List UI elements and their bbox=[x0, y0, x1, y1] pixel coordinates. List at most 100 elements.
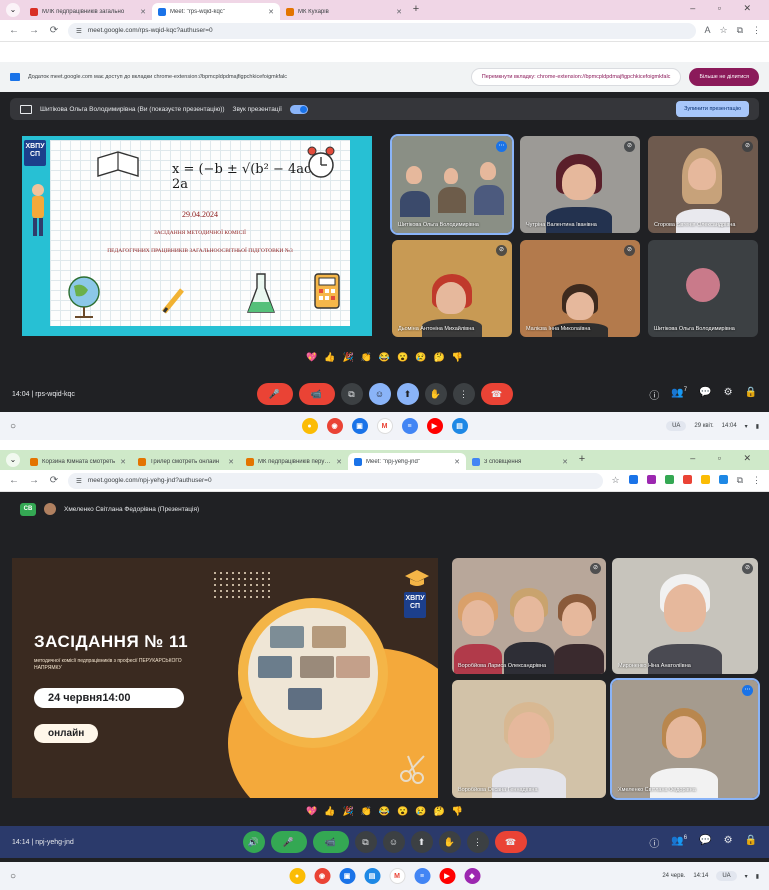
captions-icon[interactable]: ⧉ bbox=[340, 383, 363, 405]
meeting-info-icon[interactable]: ⓘ bbox=[649, 387, 659, 402]
participant-tile[interactable]: ⊘ Мироненко Ніна Анатоліївна bbox=[612, 558, 758, 674]
stop-presenting-button[interactable]: Зупинити презентацію bbox=[676, 101, 749, 117]
translate-icon[interactable]: A bbox=[704, 25, 710, 36]
reaction-party-icon[interactable]: 🎉 bbox=[342, 806, 353, 817]
reaction-thumbs-down-icon[interactable]: 👎 bbox=[452, 806, 463, 817]
site-info-icon[interactable]: ☰ bbox=[76, 27, 82, 35]
reaction-laugh-icon[interactable]: 😂 bbox=[379, 806, 390, 817]
url-field[interactable]: ☰ meet.google.com/npj-yehg-jnd?authuser=… bbox=[68, 472, 604, 489]
meeting-info-icon[interactable]: ⓘ bbox=[649, 835, 659, 850]
participant-tile[interactable]: ⊘ Дьоміна Антоніна Михайлівна bbox=[392, 240, 512, 337]
browser-menu-icon[interactable]: ⋮ bbox=[752, 475, 761, 486]
docs-app-icon[interactable]: ≡ bbox=[401, 418, 418, 434]
reaction-thinking-icon[interactable]: 🤔 bbox=[434, 352, 445, 363]
tab-close-icon[interactable]: ✕ bbox=[228, 458, 234, 466]
microphone-toggle-icon[interactable]: 🎤 bbox=[256, 383, 293, 405]
extension-icon[interactable] bbox=[718, 475, 728, 484]
chrome-app-icon[interactable]: ● bbox=[301, 418, 318, 434]
more-options-icon[interactable]: ⋮ bbox=[452, 383, 475, 405]
camera-toggle-icon[interactable]: 📹 bbox=[312, 831, 349, 853]
activities-icon[interactable]: ⚙ bbox=[724, 835, 733, 850]
system-tray[interactable]: 24 черв. 14:14 UA ▾ ▮ bbox=[662, 871, 759, 881]
tile-menu-icon[interactable]: ⋯ bbox=[496, 141, 507, 152]
participant-tile[interactable]: ⊘ Чутріна Валентина Іванівна bbox=[520, 136, 640, 233]
more-options-icon[interactable]: ⋮ bbox=[466, 831, 489, 853]
youtube-app-icon[interactable]: ▶ bbox=[439, 868, 455, 884]
tab-close-icon[interactable]: ✕ bbox=[454, 458, 460, 466]
files-app-icon[interactable]: ▤ bbox=[364, 868, 380, 884]
microphone-toggle-icon[interactable]: 🎤 bbox=[270, 831, 307, 853]
extension-icon[interactable] bbox=[664, 475, 674, 484]
browser-tab-active[interactable]: Meet: "rps-wqid-kqc" ✕ bbox=[152, 3, 280, 20]
system-tray[interactable]: UA 29 квіт. 14:04 ▾ ▮ bbox=[666, 421, 759, 431]
browser-tab[interactable]: МК Кухарів ✕ bbox=[280, 3, 408, 20]
tab-close-icon[interactable]: ✕ bbox=[562, 458, 568, 466]
end-call-icon[interactable]: ☎ bbox=[480, 383, 513, 405]
extension-icon[interactable] bbox=[646, 475, 656, 484]
browser-menu-icon[interactable]: ⋮ bbox=[752, 25, 761, 36]
chat-icon[interactable]: 💬 bbox=[699, 387, 711, 402]
launcher-icon[interactable]: ○ bbox=[10, 871, 30, 882]
activities-icon[interactable]: ⚙ bbox=[724, 387, 733, 402]
host-controls-icon[interactable]: 🔒 bbox=[745, 835, 757, 850]
back-icon[interactable]: ← bbox=[8, 475, 20, 486]
emoji-icon[interactable]: ☺ bbox=[368, 383, 391, 405]
browser-tab[interactable]: МЛК педпрацівників загально ✕ bbox=[24, 3, 152, 20]
reaction-surprised-icon[interactable]: 😮 bbox=[397, 352, 408, 363]
browser-tab[interactable]: Трилер смотреть онлайн ✕ bbox=[132, 453, 240, 470]
window-controls[interactable]: – ▫ ✕ bbox=[690, 3, 761, 14]
files-app-icon[interactable]: ▤ bbox=[451, 418, 468, 434]
reaction-clap-icon[interactable]: 👏 bbox=[361, 352, 372, 363]
extension-icon[interactable] bbox=[682, 475, 692, 484]
reaction-thumbs-down-icon[interactable]: 👎 bbox=[452, 352, 463, 363]
back-icon[interactable]: ← bbox=[8, 25, 20, 36]
window-controls[interactable]: – ▫ ✕ bbox=[690, 453, 761, 464]
reaction-laugh-icon[interactable]: 😂 bbox=[379, 352, 390, 363]
camera-toggle-icon[interactable]: 📹 bbox=[298, 383, 335, 405]
new-tab-icon[interactable]: + bbox=[574, 452, 590, 468]
browser-tab[interactable]: МК педпрацівників перукар ✕ bbox=[240, 453, 348, 470]
gmail-app-icon[interactable]: M bbox=[376, 418, 393, 434]
emoji-icon[interactable]: ☺ bbox=[382, 831, 405, 853]
meet-app-icon[interactable]: ▣ bbox=[339, 868, 355, 884]
extension-icon[interactable] bbox=[628, 475, 638, 484]
tab-close-icon[interactable]: ✕ bbox=[396, 8, 402, 16]
url-field[interactable]: ☰ meet.google.com/rps-wqid-kqc?authuser=… bbox=[68, 22, 697, 39]
host-controls-icon[interactable]: 🔒 bbox=[745, 387, 757, 402]
settings-app-icon[interactable]: ◉ bbox=[326, 418, 343, 434]
forward-icon[interactable]: → bbox=[28, 475, 40, 486]
meet-app-icon[interactable]: ▣ bbox=[351, 418, 368, 434]
extension-icon[interactable] bbox=[700, 475, 710, 484]
site-info-icon[interactable]: ☰ bbox=[76, 477, 82, 485]
tab-search-icon[interactable]: ⌄ bbox=[6, 453, 20, 467]
participant-tile[interactable]: ⊘ Малієва Інна Миколаївна bbox=[520, 240, 640, 337]
reload-icon[interactable]: ⟳ bbox=[48, 25, 60, 36]
reaction-surprised-icon[interactable]: 😮 bbox=[397, 806, 408, 817]
participant-tile[interactable]: ⊘ Воробйова Лариса Олександрівна bbox=[452, 558, 606, 674]
switch-tab-button[interactable]: Перемкнути вкладку: chrome-extension://b… bbox=[470, 68, 682, 86]
participant-tile[interactable]: ⊘ Сгорова Євгенія Олександрівна bbox=[648, 136, 758, 233]
tab-close-icon[interactable]: ✕ bbox=[268, 8, 274, 16]
tab-close-icon[interactable]: ✕ bbox=[140, 8, 146, 16]
reaction-party-icon[interactable]: 🎉 bbox=[342, 352, 353, 363]
tile-menu-icon[interactable]: ⋯ bbox=[742, 685, 753, 696]
present-screen-icon[interactable]: ⬆ bbox=[396, 383, 419, 405]
browser-tab[interactable]: 3 сповіщення ✕ bbox=[466, 453, 574, 470]
reaction-thinking-icon[interactable]: 🤔 bbox=[434, 806, 445, 817]
chrome-app-icon[interactable]: ● bbox=[289, 868, 305, 884]
people-icon[interactable]: 👥6 bbox=[671, 835, 687, 850]
tab-close-icon[interactable]: ✕ bbox=[336, 458, 342, 466]
youtube-app-icon[interactable]: ▶ bbox=[426, 418, 443, 434]
tab-search-icon[interactable]: ⌄ bbox=[6, 3, 20, 17]
bookmark-star-icon[interactable]: ☆ bbox=[719, 25, 727, 36]
reaction-thumbs-up-icon[interactable]: 👍 bbox=[324, 806, 335, 817]
raise-hand-icon[interactable]: ✋ bbox=[438, 831, 461, 853]
participant-tile[interactable]: ⋯ Шитікова Ольга Володимирівна bbox=[390, 134, 514, 235]
browser-tab-active[interactable]: Meet: "npj-yehg-jnd" ✕ bbox=[348, 453, 466, 470]
language-indicator[interactable]: UA bbox=[716, 871, 737, 881]
new-tab-icon[interactable]: + bbox=[408, 2, 424, 18]
participant-tile[interactable]: Воробйова Оксана Геннадіївна bbox=[452, 680, 606, 798]
gmail-app-icon[interactable]: M bbox=[389, 868, 405, 884]
presentation-audio-toggle[interactable] bbox=[289, 104, 308, 114]
app-icon[interactable]: ◆ bbox=[464, 868, 480, 884]
